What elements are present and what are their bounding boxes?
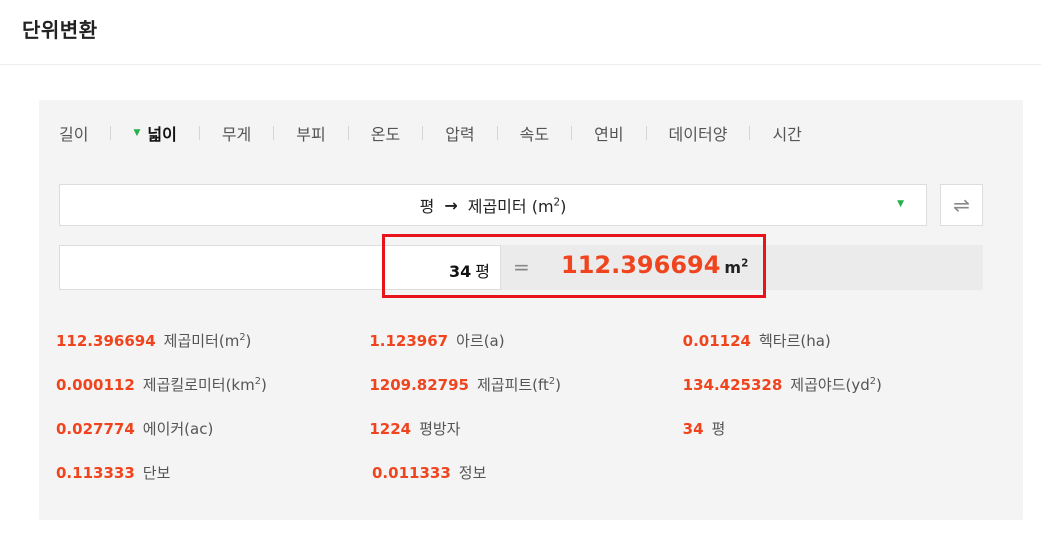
result-item: 112.396694 제곱미터(m2) — [56, 330, 369, 351]
result-item: 0.113333 단보 — [56, 462, 372, 483]
tab-label: 온도 — [370, 125, 401, 144]
result-unit: 헥타르(ha) — [758, 332, 831, 350]
result-number: 34 — [682, 420, 704, 438]
result-item: 1209.82795 제곱피트(ft2) — [369, 374, 682, 395]
tab-label: 시간 — [772, 125, 802, 144]
conversion-row: 34 평 = 112.396694 m2 — [59, 245, 983, 290]
result-number: 112.396694 — [56, 332, 156, 350]
result-unit: 제곱미터(m2) — [163, 332, 252, 350]
tab-2[interactable]: 무게 — [222, 121, 251, 145]
tab-separator — [198, 126, 200, 140]
value-input[interactable]: 34 평 — [59, 245, 501, 290]
result-number: 0.027774 — [56, 420, 135, 438]
input-value: 34 평 — [449, 262, 490, 281]
tab-4[interactable]: 온도 — [371, 121, 400, 145]
tab-label: 무게 — [221, 125, 252, 144]
tab-separator — [571, 126, 573, 140]
result-item: 134.425328 제곱야드(yd2) — [683, 374, 996, 395]
result-item: 34 평 — [683, 418, 996, 439]
title-divider — [0, 64, 1041, 65]
result-item: 1.123967 아르(a) — [369, 330, 682, 351]
tab-separator — [273, 126, 275, 140]
tab-label: 압력 — [445, 125, 475, 144]
result-number: 1224 — [369, 420, 412, 438]
tab-label: 부피 — [296, 125, 326, 144]
category-tabs: 길이 ▼ 넓이 무게 부피 온도 압력 속도 연비 데이터양 시간 — [59, 118, 802, 148]
conversion-results: 112.396694 제곱미터(m2) 1.123967 아르(a) 0.01124 헥타… — [56, 330, 996, 506]
page-title: 단위변환 — [22, 18, 98, 42]
result-unit: 정보 — [458, 464, 487, 482]
result-item: 1224 평방자 — [369, 418, 682, 439]
result-item: 0.000112 제곱킬로미터(km2) — [56, 374, 369, 395]
result-item: 0.011333 정보 — [372, 462, 688, 483]
tab-label: 속도 — [519, 125, 550, 144]
from-unit-label: 평 — [419, 197, 435, 216]
swap-icon: ⇌ — [953, 193, 970, 217]
dropdown-caret-icon: ▼ — [897, 199, 904, 209]
result-number: 1.123967 — [369, 332, 449, 350]
unit-pair-select[interactable]: 평 → 제곱미터 (m2) ▼ — [59, 184, 927, 226]
tab-separator — [110, 126, 112, 140]
result-number: 0.113333 — [56, 464, 135, 482]
arrow-right-icon: → — [444, 195, 458, 215]
result-row: 0.000112 제곱킬로미터(km2) 1209.82795 제곱피트(ft2) 13… — [56, 374, 996, 418]
tab-separator — [749, 126, 751, 140]
result-unit: 에이커(ac) — [142, 420, 214, 438]
tab-separator — [347, 126, 349, 140]
tab-separator — [645, 126, 647, 140]
result-item: 0.01124 헥타르(ha) — [683, 330, 996, 351]
result-unit: 평방자 — [419, 420, 461, 438]
tab-8[interactable]: 데이터양 — [669, 121, 728, 145]
tab-label: 넓이 — [147, 125, 177, 144]
result-number: 0.01124 — [682, 332, 751, 350]
result-row: 112.396694 제곱미터(m2) 1.123967 아르(a) 0.01124 헥타… — [56, 330, 996, 374]
result-number: 0.000112 — [56, 376, 135, 394]
result-unit: 제곱킬로미터(km2) — [142, 376, 267, 394]
tab-9[interactable]: 시간 — [772, 121, 801, 145]
tab-label: 연비 — [594, 125, 624, 144]
result-item: 0.027774 에이커(ac) — [56, 418, 369, 439]
tab-separator — [422, 126, 424, 140]
result-unit: 단보 — [142, 464, 171, 482]
result-value: 112.396694 m2 — [561, 251, 749, 279]
tab-label: 길이 — [59, 125, 89, 144]
result-unit: 제곱피트(ft2) — [476, 376, 561, 394]
result-number: 134.425328 — [682, 376, 783, 394]
result-row: 0.027774 에이커(ac) 1224 평방자 34 평 — [56, 418, 996, 462]
tab-3[interactable]: 부피 — [296, 121, 325, 145]
result-unit: 평 — [711, 420, 726, 438]
tab-6[interactable]: 속도 — [520, 121, 549, 145]
active-tab-marker-icon: ▼ — [133, 128, 141, 138]
equals-sign: = — [513, 255, 530, 279]
result-row: 0.113333 단보 0.011333 정보 — [56, 462, 996, 506]
tab-7[interactable]: 연비 — [594, 121, 623, 145]
result-unit: 제곱야드(yd2) — [790, 376, 882, 394]
result-number: 1209.82795 — [369, 376, 469, 394]
result-number: 0.011333 — [372, 464, 451, 482]
result-unit: 아르(a) — [456, 332, 505, 350]
tab-separator — [496, 126, 498, 140]
tab-label: 데이터양 — [668, 125, 728, 144]
tab-1[interactable]: ▼ 넓이 — [133, 121, 176, 145]
to-unit-label: 제곱미터 (m2) — [467, 196, 567, 216]
swap-units-button[interactable]: ⇌ — [940, 184, 983, 226]
tab-5[interactable]: 압력 — [445, 121, 474, 145]
tab-0[interactable]: 길이 — [59, 121, 88, 145]
